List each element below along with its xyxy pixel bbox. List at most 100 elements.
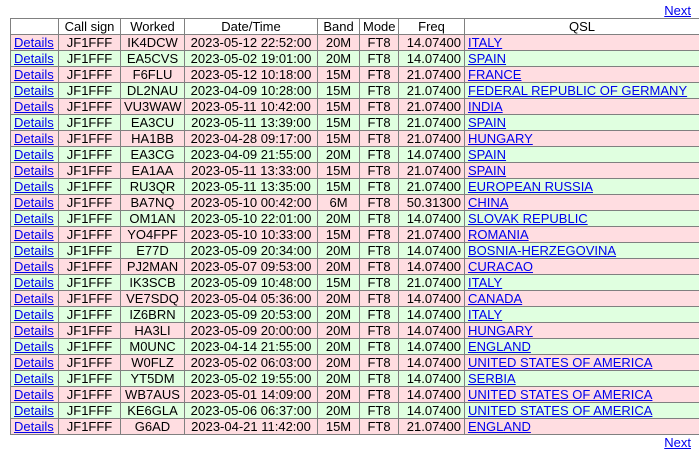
details-cell-wrap: Details	[10, 194, 59, 211]
details-link[interactable]: Details	[14, 68, 54, 82]
details-link[interactable]: Details	[14, 148, 54, 162]
details-link[interactable]: Details	[14, 340, 54, 354]
qsl-country-cell-wrap: ITALY	[464, 274, 699, 291]
details-link[interactable]: Details	[14, 420, 54, 434]
qsl-country-link[interactable]: ENGLAND	[468, 420, 531, 434]
call-sign-cell: JF1FFF	[58, 210, 121, 227]
details-link[interactable]: Details	[14, 292, 54, 306]
datetime-cell: 2023-05-02 19:55:00	[184, 370, 318, 387]
qsl-country-link[interactable]: ITALY	[468, 308, 502, 322]
datetime-cell: 2023-05-10 00:42:00	[184, 194, 318, 211]
details-link[interactable]: Details	[14, 164, 54, 178]
table-row: Details JF1FFF EA3CU 2023-05-11 13:39:00 15M…	[10, 114, 699, 131]
call-sign-cell: JF1FFF	[58, 194, 121, 211]
details-link[interactable]: Details	[14, 212, 54, 226]
qsl-country-cell-wrap: CANADA	[464, 290, 699, 307]
datetime-cell: 2023-05-09 20:00:00	[184, 322, 318, 339]
table-row: Details JF1FFF OM1AN 2023-05-10 22:01:00 20M…	[10, 210, 699, 227]
datetime-cell: 2023-05-12 22:52:00	[184, 34, 318, 51]
qsl-country-link[interactable]: HUNGARY	[468, 132, 533, 146]
band-cell: 20M	[317, 242, 360, 259]
mode-cell: FT8	[359, 386, 399, 403]
details-cell-wrap: Details	[10, 66, 59, 83]
qsl-country-link[interactable]: INDIA	[468, 100, 503, 114]
details-cell-wrap: Details	[10, 162, 59, 179]
table-row: Details JF1FFF VE7SDQ 2023-05-04 05:36:00 20…	[10, 290, 699, 307]
band-cell: 15M	[317, 162, 360, 179]
qsl-country-link[interactable]: CHINA	[468, 196, 508, 210]
qsl-country-link[interactable]: FRANCE	[468, 68, 521, 82]
qsl-country-link[interactable]: ROMANIA	[468, 228, 529, 242]
qsl-country-link[interactable]: SPAIN	[468, 116, 506, 130]
qsl-country-link[interactable]: FEDERAL REPUBLIC OF GERMANY	[468, 84, 687, 98]
qsl-country-cell-wrap: HUNGARY	[464, 322, 699, 339]
details-link[interactable]: Details	[14, 388, 54, 402]
qsl-country-link[interactable]: HUNGARY	[468, 324, 533, 338]
datetime-cell: 2023-05-06 06:37:00	[184, 402, 318, 419]
qsl-country-link[interactable]: SERBIA	[468, 372, 516, 386]
details-link[interactable]: Details	[14, 84, 54, 98]
details-link[interactable]: Details	[14, 372, 54, 386]
qsl-country-link[interactable]: SPAIN	[468, 148, 506, 162]
qsl-country-link[interactable]: SLOVAK REPUBLIC	[468, 212, 588, 226]
details-cell-wrap: Details	[10, 130, 59, 147]
datetime-cell: 2023-05-02 19:01:00	[184, 50, 318, 67]
qsl-country-link[interactable]: CANADA	[468, 292, 522, 306]
call-sign-cell: JF1FFF	[58, 402, 121, 419]
details-cell-wrap: Details	[10, 210, 59, 227]
band-cell: 20M	[317, 386, 360, 403]
freq-cell: 14.07400	[398, 242, 465, 259]
details-link[interactable]: Details	[14, 356, 54, 370]
mode-cell: FT8	[359, 290, 399, 307]
qsl-country-link[interactable]: UNITED STATES OF AMERICA	[468, 404, 652, 418]
next-link-bottom[interactable]: Next	[664, 435, 691, 450]
qsl-country-cell-wrap: INDIA	[464, 98, 699, 115]
next-link-top[interactable]: Next	[664, 3, 691, 18]
details-link[interactable]: Details	[14, 324, 54, 338]
worked-cell: W0FLZ	[120, 354, 185, 371]
qsl-country-link[interactable]: BOSNIA-HERZEGOVINA	[468, 244, 616, 258]
mode-cell: FT8	[359, 242, 399, 259]
call-sign-cell: JF1FFF	[58, 178, 121, 195]
details-link[interactable]: Details	[14, 116, 54, 130]
band-cell: 15M	[317, 82, 360, 99]
details-link[interactable]: Details	[14, 52, 54, 66]
details-link[interactable]: Details	[14, 276, 54, 290]
details-link[interactable]: Details	[14, 244, 54, 258]
details-link[interactable]: Details	[14, 100, 54, 114]
qsl-country-link[interactable]: SPAIN	[468, 52, 506, 66]
freq-cell: 14.07400	[398, 210, 465, 227]
table-row: Details JF1FFF PJ2MAN 2023-05-07 09:53:00 20…	[10, 258, 699, 275]
mode-cell: FT8	[359, 322, 399, 339]
qsl-country-link[interactable]: ENGLAND	[468, 340, 531, 354]
mode-cell: FT8	[359, 226, 399, 243]
call-sign-cell: JF1FFF	[58, 66, 121, 83]
details-link[interactable]: Details	[14, 228, 54, 242]
details-cell-wrap: Details	[10, 82, 59, 99]
mode-cell: FT8	[359, 130, 399, 147]
details-link[interactable]: Details	[14, 404, 54, 418]
datetime-cell: 2023-05-11 10:42:00	[184, 98, 318, 115]
table-row: Details JF1FFF F6FLU 2023-05-12 10:18:00 15M…	[10, 66, 699, 83]
header-freq: Freq	[398, 18, 465, 35]
qsl-country-link[interactable]: UNITED STATES OF AMERICA	[468, 356, 652, 370]
table-row: Details JF1FFF EA1AA 2023-05-11 13:33:00 15M…	[10, 162, 699, 179]
details-link[interactable]: Details	[14, 132, 54, 146]
qsl-country-link[interactable]: ITALY	[468, 36, 502, 50]
details-link[interactable]: Details	[14, 196, 54, 210]
details-cell-wrap: Details	[10, 242, 59, 259]
band-cell: 15M	[317, 130, 360, 147]
qsl-country-cell-wrap: ENGLAND	[464, 418, 699, 435]
qsl-country-link[interactable]: UNITED STATES OF AMERICA	[468, 388, 652, 402]
details-link[interactable]: Details	[14, 260, 54, 274]
band-cell: 20M	[317, 322, 360, 339]
details-link[interactable]: Details	[14, 36, 54, 50]
qsl-country-link[interactable]: SPAIN	[468, 164, 506, 178]
details-link[interactable]: Details	[14, 308, 54, 322]
qsl-country-link[interactable]: EUROPEAN RUSSIA	[468, 180, 593, 194]
details-cell-wrap: Details	[10, 258, 59, 275]
details-link[interactable]: Details	[14, 180, 54, 194]
mode-cell: FT8	[359, 114, 399, 131]
qsl-country-link[interactable]: ITALY	[468, 276, 502, 290]
qsl-country-link[interactable]: CURACAO	[468, 260, 533, 274]
